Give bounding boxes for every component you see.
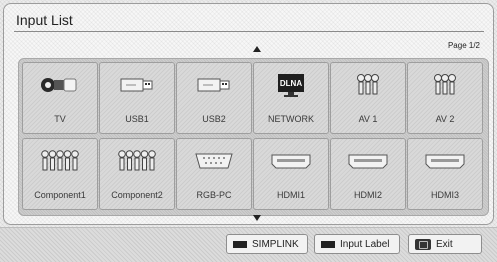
window-title: Input List bbox=[16, 12, 73, 28]
input-label: HDMI1 bbox=[276, 190, 305, 200]
input-label: AV 1 bbox=[358, 114, 378, 124]
color-key-icon bbox=[233, 240, 247, 248]
input-tile-tv[interactable]: TV bbox=[22, 62, 98, 134]
exit-button[interactable]: Exit bbox=[408, 234, 482, 254]
color-key-icon bbox=[321, 240, 335, 248]
input-label-label: Input Label bbox=[340, 238, 390, 250]
input-label: Component2 bbox=[111, 190, 163, 200]
rgb-port-icon bbox=[177, 147, 251, 175]
usb-icon bbox=[100, 71, 174, 99]
input-tile-av2[interactable]: AV 2 bbox=[407, 62, 483, 134]
component-rca-icon bbox=[100, 147, 174, 175]
input-tile-component1[interactable]: Component1 bbox=[22, 138, 98, 210]
simplink-label: SIMPLINK bbox=[252, 238, 299, 250]
page-indicator: Page 1/2 bbox=[447, 41, 480, 50]
input-tile-network[interactable]: DLNA NETWORK bbox=[253, 62, 329, 134]
title-divider bbox=[14, 31, 484, 32]
dlna-badge: DLNA bbox=[280, 79, 302, 88]
input-grid: TV USB1 USB2 DLNA NETWORK AV 1 AV 2 Comp… bbox=[18, 58, 489, 216]
av-rca-icon bbox=[408, 71, 482, 99]
exit-label: Exit bbox=[436, 238, 453, 250]
input-tile-usb1[interactable]: USB1 bbox=[99, 62, 175, 134]
input-label-button[interactable]: Input Label bbox=[314, 234, 400, 254]
exit-icon bbox=[415, 238, 431, 250]
tv-antenna-icon bbox=[23, 71, 97, 99]
input-label: TV bbox=[54, 114, 66, 124]
input-tile-hdmi3[interactable]: HDMI3 bbox=[407, 138, 483, 210]
input-label: USB2 bbox=[202, 114, 226, 124]
input-label: HDMI2 bbox=[353, 190, 382, 200]
hdmi-port-icon bbox=[408, 147, 482, 175]
bottom-button-bar: SIMPLINK Input Label Exit bbox=[0, 227, 497, 262]
scroll-up-arrow-icon[interactable] bbox=[253, 46, 261, 52]
input-tile-hdmi1[interactable]: HDMI1 bbox=[253, 138, 329, 210]
dlna-network-icon: DLNA bbox=[254, 71, 328, 99]
component-rca-icon bbox=[23, 147, 97, 175]
input-label: AV 2 bbox=[435, 114, 455, 124]
input-label: Component1 bbox=[34, 190, 86, 200]
input-label: NETWORK bbox=[268, 114, 314, 124]
simplink-button[interactable]: SIMPLINK bbox=[226, 234, 308, 254]
input-tile-usb2[interactable]: USB2 bbox=[176, 62, 252, 134]
hdmi-port-icon bbox=[331, 147, 405, 175]
input-label: RGB-PC bbox=[196, 190, 232, 200]
input-tile-rgb-pc[interactable]: RGB-PC bbox=[176, 138, 252, 210]
input-list-window: Input List Page 1/2 TV USB1 USB2 DLNA NE… bbox=[3, 3, 494, 225]
input-label: USB1 bbox=[125, 114, 149, 124]
input-tile-component2[interactable]: Component2 bbox=[99, 138, 175, 210]
av-rca-icon bbox=[331, 71, 405, 99]
input-label: HDMI3 bbox=[430, 190, 459, 200]
usb-icon bbox=[177, 71, 251, 99]
input-tile-av1[interactable]: AV 1 bbox=[330, 62, 406, 134]
input-tile-hdmi2[interactable]: HDMI2 bbox=[330, 138, 406, 210]
scroll-down-arrow-icon[interactable] bbox=[253, 215, 261, 221]
hdmi-port-icon bbox=[254, 147, 328, 175]
